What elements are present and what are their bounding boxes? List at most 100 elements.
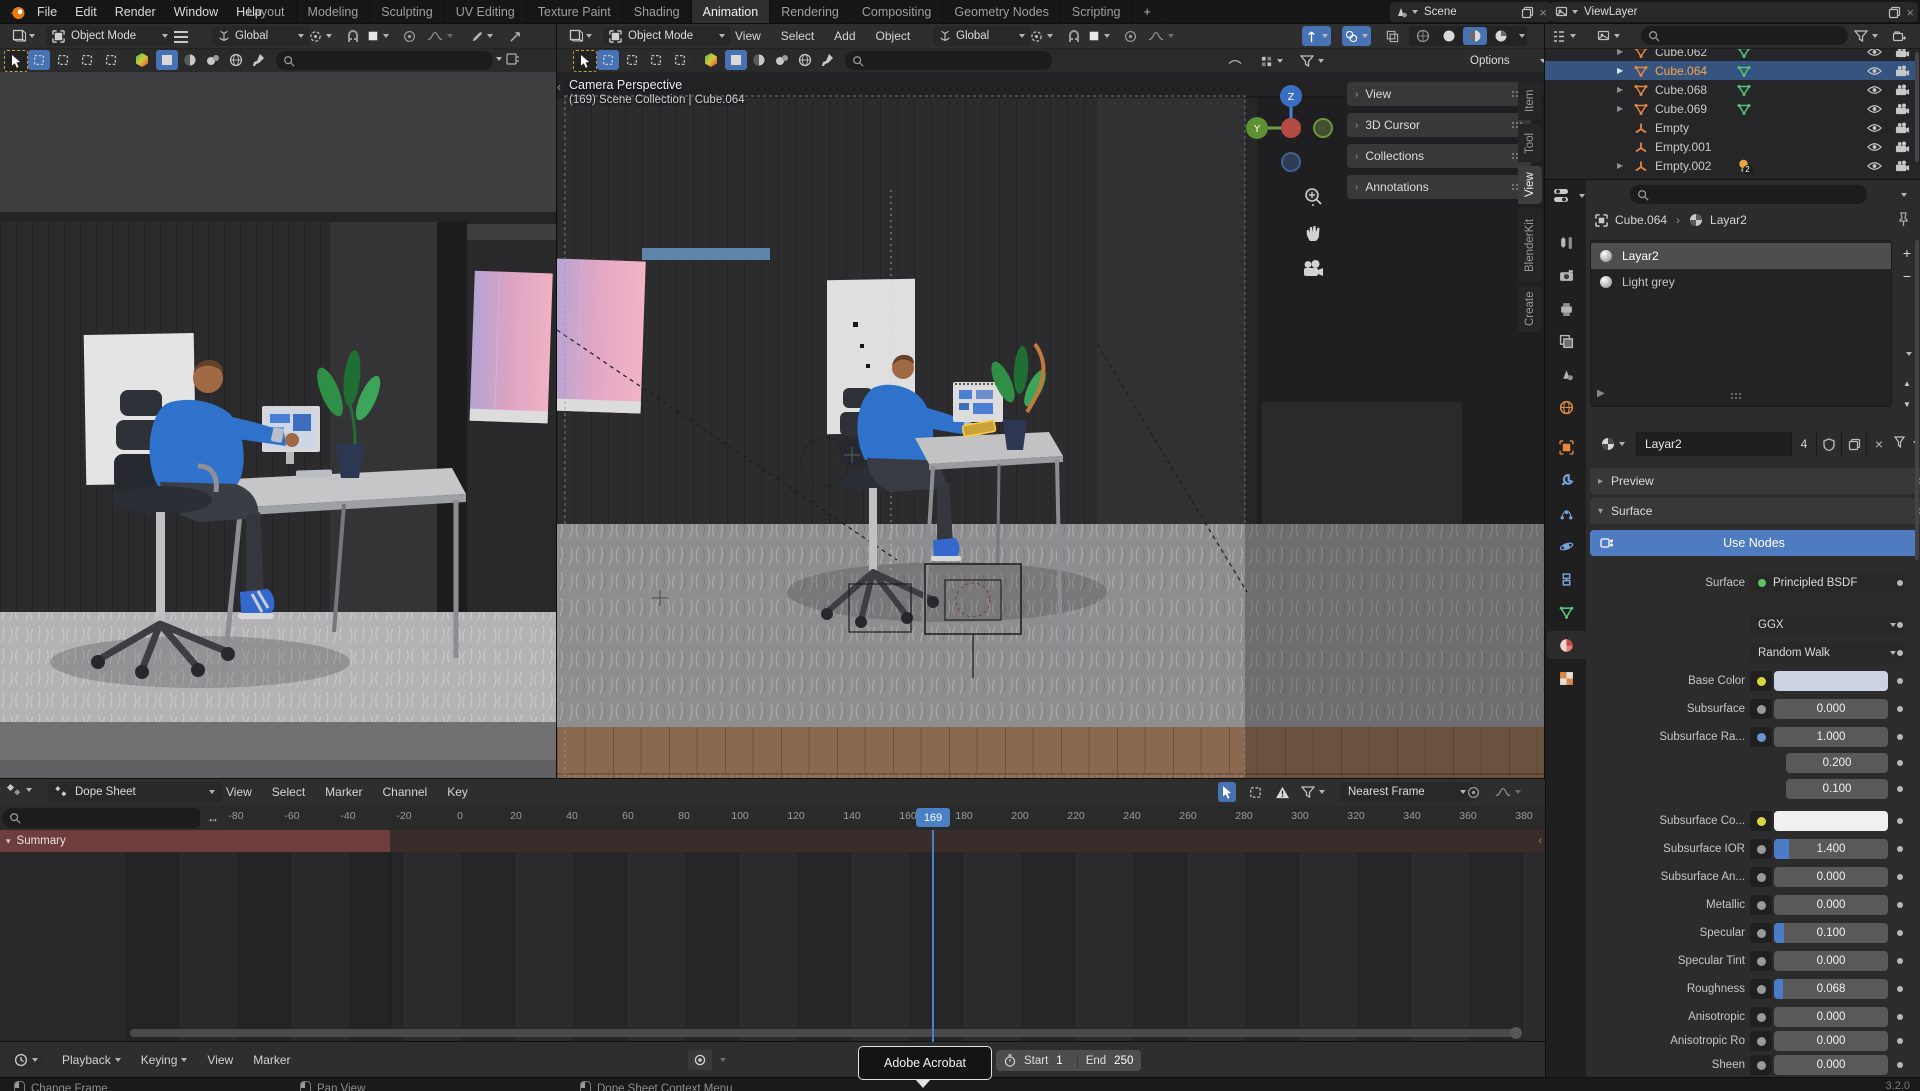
editor-type-dropdown-right[interactable] bbox=[563, 27, 597, 45]
filter-world-icon[interactable] bbox=[225, 50, 247, 70]
color-swatch-base-color[interactable] bbox=[1774, 671, 1888, 691]
keyframe-dot[interactable] bbox=[1897, 678, 1903, 684]
shader-name[interactable]: Principled BSDF bbox=[1773, 577, 1857, 589]
dope-menu-key[interactable]: Key bbox=[437, 779, 478, 806]
keyframe-dot[interactable] bbox=[1897, 734, 1903, 740]
filter-brush-icon[interactable] bbox=[817, 50, 839, 70]
keyframe-dot[interactable] bbox=[1897, 874, 1903, 880]
sidebar-tab-blenderkit[interactable]: BlenderKit bbox=[1518, 208, 1542, 282]
playbar-menu-keying[interactable]: Keying bbox=[131, 1048, 198, 1072]
shading-solid-icon[interactable] bbox=[1437, 27, 1461, 45]
proportional-falloff-dropdown[interactable] bbox=[424, 26, 456, 46]
filter-object-types-icon[interactable] bbox=[156, 50, 178, 70]
shader-field-principled-bsdf[interactable]: Principled BSDF bbox=[1750, 573, 1904, 593]
outliner-row-cube-069[interactable]: ▶Cube.069 bbox=[1545, 99, 1916, 118]
pan-hand-icon[interactable] bbox=[1303, 222, 1325, 244]
proportional-falloff-dropdown[interactable] bbox=[1145, 26, 1177, 46]
transform-orientation-dropdown[interactable]: Global bbox=[933, 26, 1031, 46]
workspace-tab-geometry-nodes[interactable]: Geometry Nodes bbox=[943, 0, 1060, 24]
new-collection-icon[interactable] bbox=[1889, 26, 1909, 46]
hide-in-viewport-icon[interactable] bbox=[1867, 161, 1882, 171]
slider-subsurface-an[interactable]: 0.000 bbox=[1774, 867, 1888, 887]
properties-tab-object-data[interactable] bbox=[1547, 598, 1586, 626]
keyframe-dot[interactable] bbox=[1897, 958, 1903, 964]
input-socket-toggle[interactable] bbox=[1750, 895, 1772, 915]
show-hidden-toggle[interactable] bbox=[1246, 782, 1265, 802]
properties-search-input[interactable] bbox=[1630, 185, 1867, 204]
summary-channel[interactable]: ▾ Summary bbox=[0, 830, 390, 852]
new-viewlayer-icon[interactable] bbox=[1888, 6, 1901, 19]
properties-tab-view-layer[interactable] bbox=[1547, 327, 1586, 355]
hide-in-viewport-icon[interactable] bbox=[1867, 104, 1882, 114]
show-errors-icon[interactable] bbox=[1272, 782, 1293, 802]
n-panel-annotations[interactable]: ›Annotations bbox=[1347, 175, 1531, 199]
disable-in-renders-icon[interactable] bbox=[1895, 103, 1910, 115]
outliner-row-empty[interactable]: Empty bbox=[1545, 118, 1916, 137]
properties-tab-scene[interactable] bbox=[1547, 360, 1586, 388]
search-options-caret[interactable] bbox=[492, 57, 502, 61]
input-socket-toggle[interactable] bbox=[1750, 1007, 1772, 1027]
disable-in-renders-icon[interactable] bbox=[1895, 160, 1910, 172]
slot-name[interactable]: Layar2 bbox=[1622, 249, 1659, 263]
show-gizmo-dropdown[interactable] bbox=[1302, 26, 1331, 46]
workspace-tab-texture-paint[interactable]: Texture Paint bbox=[527, 0, 623, 24]
dope-menu-marker[interactable]: Marker bbox=[315, 779, 372, 806]
properties-tab-output[interactable] bbox=[1547, 294, 1586, 322]
dope-menu-channel[interactable]: Channel bbox=[373, 779, 438, 806]
monitor-right-scene[interactable] bbox=[953, 382, 1003, 422]
expand-channels-button[interactable]: ↔ bbox=[200, 808, 226, 828]
filter-metaball-icon[interactable] bbox=[202, 50, 224, 70]
use-nodes-button[interactable]: Use Nodes bbox=[1590, 530, 1918, 556]
menu-file[interactable]: File bbox=[28, 0, 66, 24]
options-dropdown[interactable]: Options bbox=[1462, 51, 1554, 70]
viewport-search-input[interactable] bbox=[276, 51, 493, 70]
slider-specular-tint[interactable]: 0.000 bbox=[1774, 951, 1888, 971]
hide-in-viewport-icon[interactable] bbox=[1867, 66, 1882, 76]
workspace-tab-scripting[interactable]: Scripting bbox=[1061, 0, 1133, 24]
filter-object-types-icon[interactable] bbox=[725, 50, 747, 70]
tweak-tool-button[interactable] bbox=[573, 50, 597, 72]
keyframe-dot[interactable] bbox=[1897, 1038, 1903, 1044]
value-field-subsurface-ra-1[interactable]: 0.200 bbox=[1786, 753, 1888, 773]
keyframe-dot[interactable] bbox=[1897, 650, 1903, 656]
material-name-field[interactable]: Layar2 bbox=[1637, 432, 1791, 456]
filter-dropdown[interactable] bbox=[1297, 51, 1327, 71]
slider-metallic[interactable]: 0.000 bbox=[1774, 895, 1888, 915]
properties-tab-render[interactable] bbox=[1547, 261, 1586, 289]
input-socket-toggle[interactable] bbox=[1750, 1031, 1772, 1051]
sidebar-tab-create[interactable]: Create bbox=[1518, 286, 1542, 332]
shading-wireframe-icon[interactable] bbox=[1411, 27, 1435, 45]
keyframe-dot[interactable] bbox=[1897, 902, 1903, 908]
workspace-tab-animation[interactable]: Animation bbox=[692, 0, 771, 24]
input-socket-toggle[interactable] bbox=[1750, 811, 1772, 831]
transform-orientation-dropdown[interactable]: Global bbox=[212, 26, 310, 46]
value-field-subsurface-ra-2[interactable]: 0.100 bbox=[1786, 779, 1888, 799]
input-socket-toggle[interactable] bbox=[1750, 979, 1772, 999]
pin-icon[interactable] bbox=[1897, 212, 1910, 227]
channel-search-input[interactable] bbox=[2, 808, 203, 828]
camera-view-icon[interactable] bbox=[1301, 258, 1325, 280]
n-panel-3d-cursor[interactable]: ›3D Cursor bbox=[1347, 113, 1531, 137]
select-circle-tool-button[interactable] bbox=[621, 50, 643, 70]
keyframe-dot[interactable] bbox=[1897, 986, 1903, 992]
material-users-count[interactable]: 4 bbox=[1791, 432, 1816, 456]
keyframe-dot[interactable] bbox=[1897, 818, 1903, 824]
hide-in-viewport-icon[interactable] bbox=[1867, 142, 1882, 152]
editor-type-dropdown-left[interactable] bbox=[6, 27, 40, 45]
dope-sheet-mode-dropdown[interactable]: Dope Sheet bbox=[48, 782, 222, 802]
menu-render[interactable]: Render bbox=[106, 0, 165, 24]
viewlayer-selector[interactable]: ViewLayer × bbox=[1550, 2, 1918, 22]
proportional-edit-icon[interactable] bbox=[400, 26, 419, 46]
header-extra-icon[interactable] bbox=[506, 52, 520, 66]
shading-options-caret[interactable] bbox=[1515, 34, 1525, 38]
workspace-tab-compositing[interactable]: Compositing bbox=[851, 0, 943, 24]
material-browse-dropdown[interactable] bbox=[1590, 432, 1637, 456]
slider-anisotropic-ro[interactable]: 0.000 bbox=[1774, 1031, 1888, 1051]
disable-in-renders-icon[interactable] bbox=[1895, 122, 1910, 134]
keyframe-dot[interactable] bbox=[1897, 706, 1903, 712]
playbar-menu-marker[interactable]: Marker bbox=[243, 1048, 300, 1072]
outliner-row-empty-001[interactable]: Empty.001 bbox=[1545, 137, 1916, 156]
transform-gizmo-arrow-icon[interactable] bbox=[506, 26, 525, 46]
scene-name[interactable]: Scene bbox=[1424, 6, 1521, 18]
dropdown-value[interactable]: GGX bbox=[1758, 619, 1886, 631]
